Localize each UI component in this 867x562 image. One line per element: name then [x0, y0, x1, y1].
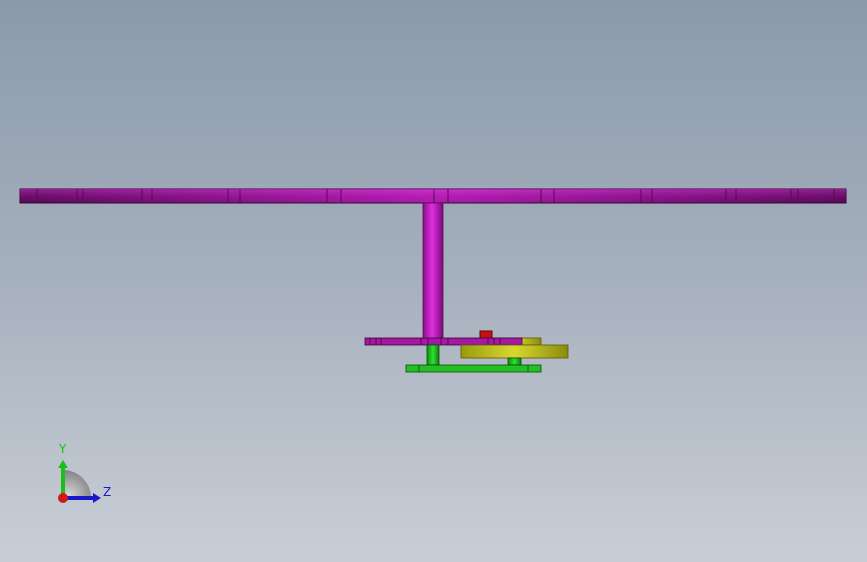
- model-view: [19, 188, 847, 503]
- x-axis-dot: [58, 493, 68, 503]
- green-base[interactable]: [405, 364, 542, 373]
- top-bar[interactable]: [19, 188, 847, 204]
- graphics-viewport[interactable]: Y Z: [0, 0, 867, 562]
- triad-quadrant: [63, 470, 91, 498]
- triad-z-label: Z: [103, 485, 112, 499]
- triad-y-label: Y: [59, 442, 67, 456]
- lower-plate[interactable]: [364, 337, 523, 346]
- orientation-triad: [58, 460, 101, 503]
- yellow-gear[interactable]: [460, 344, 569, 359]
- vertical-shaft[interactable]: [422, 202, 444, 340]
